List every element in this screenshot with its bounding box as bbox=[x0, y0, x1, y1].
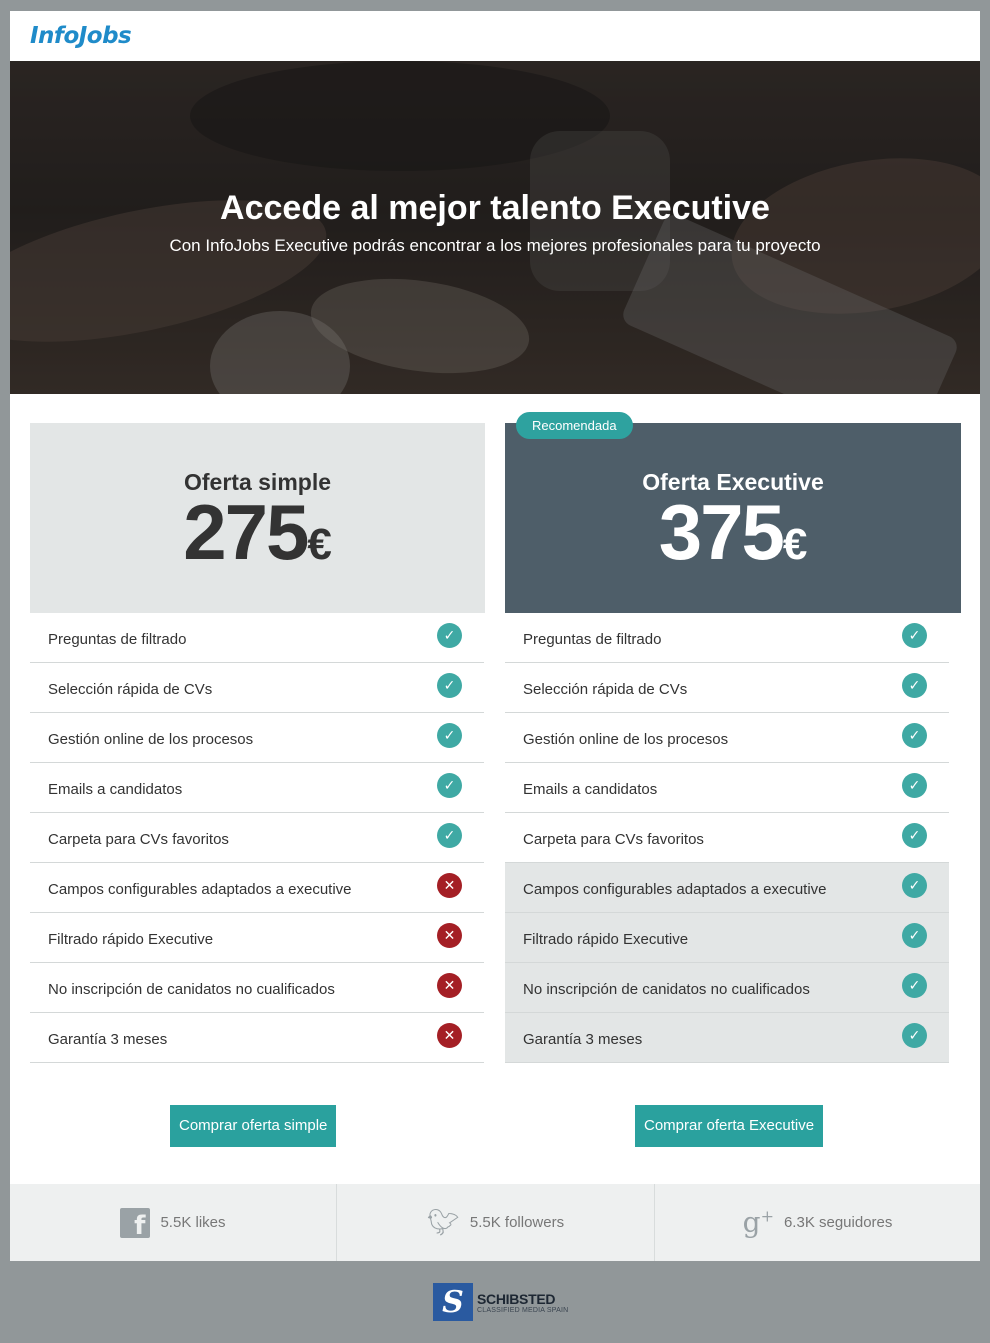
cross-icon: ✕ bbox=[437, 973, 462, 998]
recommended-badge: Recomendada bbox=[516, 412, 633, 439]
feature-row: Carpeta para CVs favoritos ✓ bbox=[30, 813, 484, 863]
check-icon: ✓ bbox=[902, 773, 927, 798]
check-icon: ✓ bbox=[437, 673, 462, 698]
hero-banner: Accede al mejor talento Executive Con In… bbox=[10, 61, 980, 394]
feature-row: Gestión online de los procesos ✓ bbox=[505, 713, 949, 763]
social-facebook[interactable]: 5.5K likes bbox=[10, 1184, 336, 1261]
feature-label: Preguntas de filtrado bbox=[48, 631, 187, 648]
cross-icon: ✕ bbox=[437, 873, 462, 898]
feature-row: Campos configurables adaptados a executi… bbox=[505, 863, 949, 913]
feature-label: No inscripción de canidatos no cualifica… bbox=[48, 981, 335, 998]
check-icon: ✓ bbox=[902, 973, 927, 998]
footer-brand: SCHIBSTED bbox=[477, 1290, 556, 1307]
feature-label: Carpeta para CVs favoritos bbox=[48, 831, 229, 848]
buy-simple-button[interactable]: Comprar oferta simple bbox=[170, 1105, 337, 1147]
check-icon: ✓ bbox=[902, 673, 927, 698]
feature-label: Carpeta para CVs favoritos bbox=[523, 831, 704, 848]
twitter-icon: 🐦︎ bbox=[426, 1207, 460, 1237]
feature-label: Garantía 3 meses bbox=[523, 1031, 643, 1048]
feature-row: Filtrado rápido Executive ✕ bbox=[30, 913, 484, 963]
plan-simple-header: Oferta simple 275€ bbox=[30, 423, 485, 613]
infojobs-logo[interactable]: InfoJobs bbox=[30, 23, 132, 49]
email-card: InfoJobs Accede al mejor talento Executi… bbox=[10, 11, 980, 1261]
feature-row: No inscripción de canidatos no cualifica… bbox=[505, 963, 949, 1013]
plan-executive-header: Oferta Executive 375€ bbox=[505, 423, 961, 613]
check-icon: ✓ bbox=[437, 623, 462, 648]
feature-label: Preguntas de filtrado bbox=[523, 631, 662, 648]
feature-list: Preguntas de filtrado ✓ Selección rápida d… bbox=[30, 613, 484, 1063]
feature-row: Filtrado rápido Executive ✓ bbox=[505, 913, 949, 963]
feature-label: No inscripción de canidatos no cualifica… bbox=[523, 981, 810, 998]
top-bar: InfoJobs bbox=[10, 11, 980, 61]
feature-row: Gestión online de los procesos ✓ bbox=[30, 713, 484, 763]
feature-row: Preguntas de filtrado ✓ bbox=[30, 613, 484, 663]
feature-label: Filtrado rápido Executive bbox=[523, 931, 689, 948]
google-plus-count: 6.3K seguidores bbox=[783, 1214, 893, 1231]
feature-label: Campos configurables adaptados a executi… bbox=[48, 881, 352, 898]
check-icon: ✓ bbox=[902, 1023, 927, 1048]
social-twitter[interactable]: 🐦︎ 5.5K followers bbox=[336, 1184, 654, 1261]
feature-row: Garantía 3 meses ✓ bbox=[505, 1013, 949, 1063]
check-icon: ✓ bbox=[902, 823, 927, 848]
plan-price: 275€ bbox=[183, 488, 332, 576]
google-plus-icon: g+ bbox=[742, 1206, 774, 1239]
footer-tagline: CLASSIFIED MEDIA SPAIN bbox=[477, 1306, 569, 1314]
plan-name: Oferta simple bbox=[184, 469, 331, 495]
feature-label: Selección rápida de CVs bbox=[48, 681, 213, 698]
feature-label: Garantía 3 meses bbox=[48, 1031, 168, 1048]
facebook-count: 5.5K likes bbox=[160, 1214, 226, 1231]
schibsted-footer[interactable]: S SCHIBSTED CLASSIFIED MEDIA SPAIN bbox=[433, 1283, 568, 1321]
twitter-count: 5.5K followers bbox=[469, 1214, 565, 1231]
facebook-icon bbox=[120, 1207, 151, 1241]
feature-label: Emails a candidatos bbox=[523, 781, 658, 798]
check-icon: ✓ bbox=[902, 723, 927, 748]
feature-row: Emails a candidatos ✓ bbox=[505, 763, 949, 813]
check-icon: ✓ bbox=[902, 623, 927, 648]
plan-executive: Oferta Executive 375€ Recomendada Pregun… bbox=[505, 412, 961, 1063]
hero-title: Accede al mejor talento Executive bbox=[220, 189, 770, 227]
check-icon: ✓ bbox=[437, 723, 462, 748]
feature-row: Selección rápida de CVs ✓ bbox=[505, 663, 949, 713]
cross-icon: ✕ bbox=[437, 1023, 462, 1048]
check-icon: ✓ bbox=[902, 873, 927, 898]
feature-label: Emails a candidatos bbox=[48, 781, 183, 798]
pricing-section: Oferta simple 275€ Preguntas de filtrado… bbox=[10, 394, 980, 1184]
feature-label: Selección rápida de CVs bbox=[523, 681, 688, 698]
social-google-plus[interactable]: g+ 6.3K seguidores bbox=[654, 1184, 980, 1261]
feature-label: Gestión online de los procesos bbox=[48, 731, 254, 748]
feature-row: Carpeta para CVs favoritos ✓ bbox=[505, 813, 949, 863]
feature-row: No inscripción de canidatos no cualifica… bbox=[30, 963, 484, 1013]
buy-executive-button[interactable]: Comprar oferta Executive bbox=[635, 1105, 824, 1147]
check-icon: ✓ bbox=[902, 923, 927, 948]
feature-row: Campos configurables adaptados a executi… bbox=[30, 863, 484, 913]
cross-icon: ✕ bbox=[437, 923, 462, 948]
check-icon: ✓ bbox=[437, 773, 462, 798]
plan-simple: Oferta simple 275€ Preguntas de filtrado… bbox=[30, 423, 485, 1063]
feature-label: Filtrado rápido Executive bbox=[48, 931, 214, 948]
feature-list: Preguntas de filtrado ✓ Selección rápida d… bbox=[505, 613, 949, 1063]
feature-label: Gestión online de los procesos bbox=[523, 731, 729, 748]
plan-price: 375€ bbox=[658, 488, 808, 576]
feature-row: Selección rápida de CVs ✓ bbox=[30, 663, 484, 713]
social-bar: 5.5K likes 🐦︎ 5.5K followers g+ 6.3K seg… bbox=[10, 1184, 980, 1261]
feature-row: Preguntas de filtrado ✓ bbox=[505, 613, 949, 663]
check-icon: ✓ bbox=[437, 823, 462, 848]
feature-row: Emails a candidatos ✓ bbox=[30, 763, 484, 813]
hero-subtitle: Con InfoJobs Executive podrás encontrar … bbox=[169, 236, 821, 255]
schibsted-logo-icon: S bbox=[433, 1283, 473, 1321]
feature-label: Campos configurables adaptados a executi… bbox=[523, 881, 827, 898]
feature-row: Garantía 3 meses ✕ bbox=[30, 1013, 484, 1063]
